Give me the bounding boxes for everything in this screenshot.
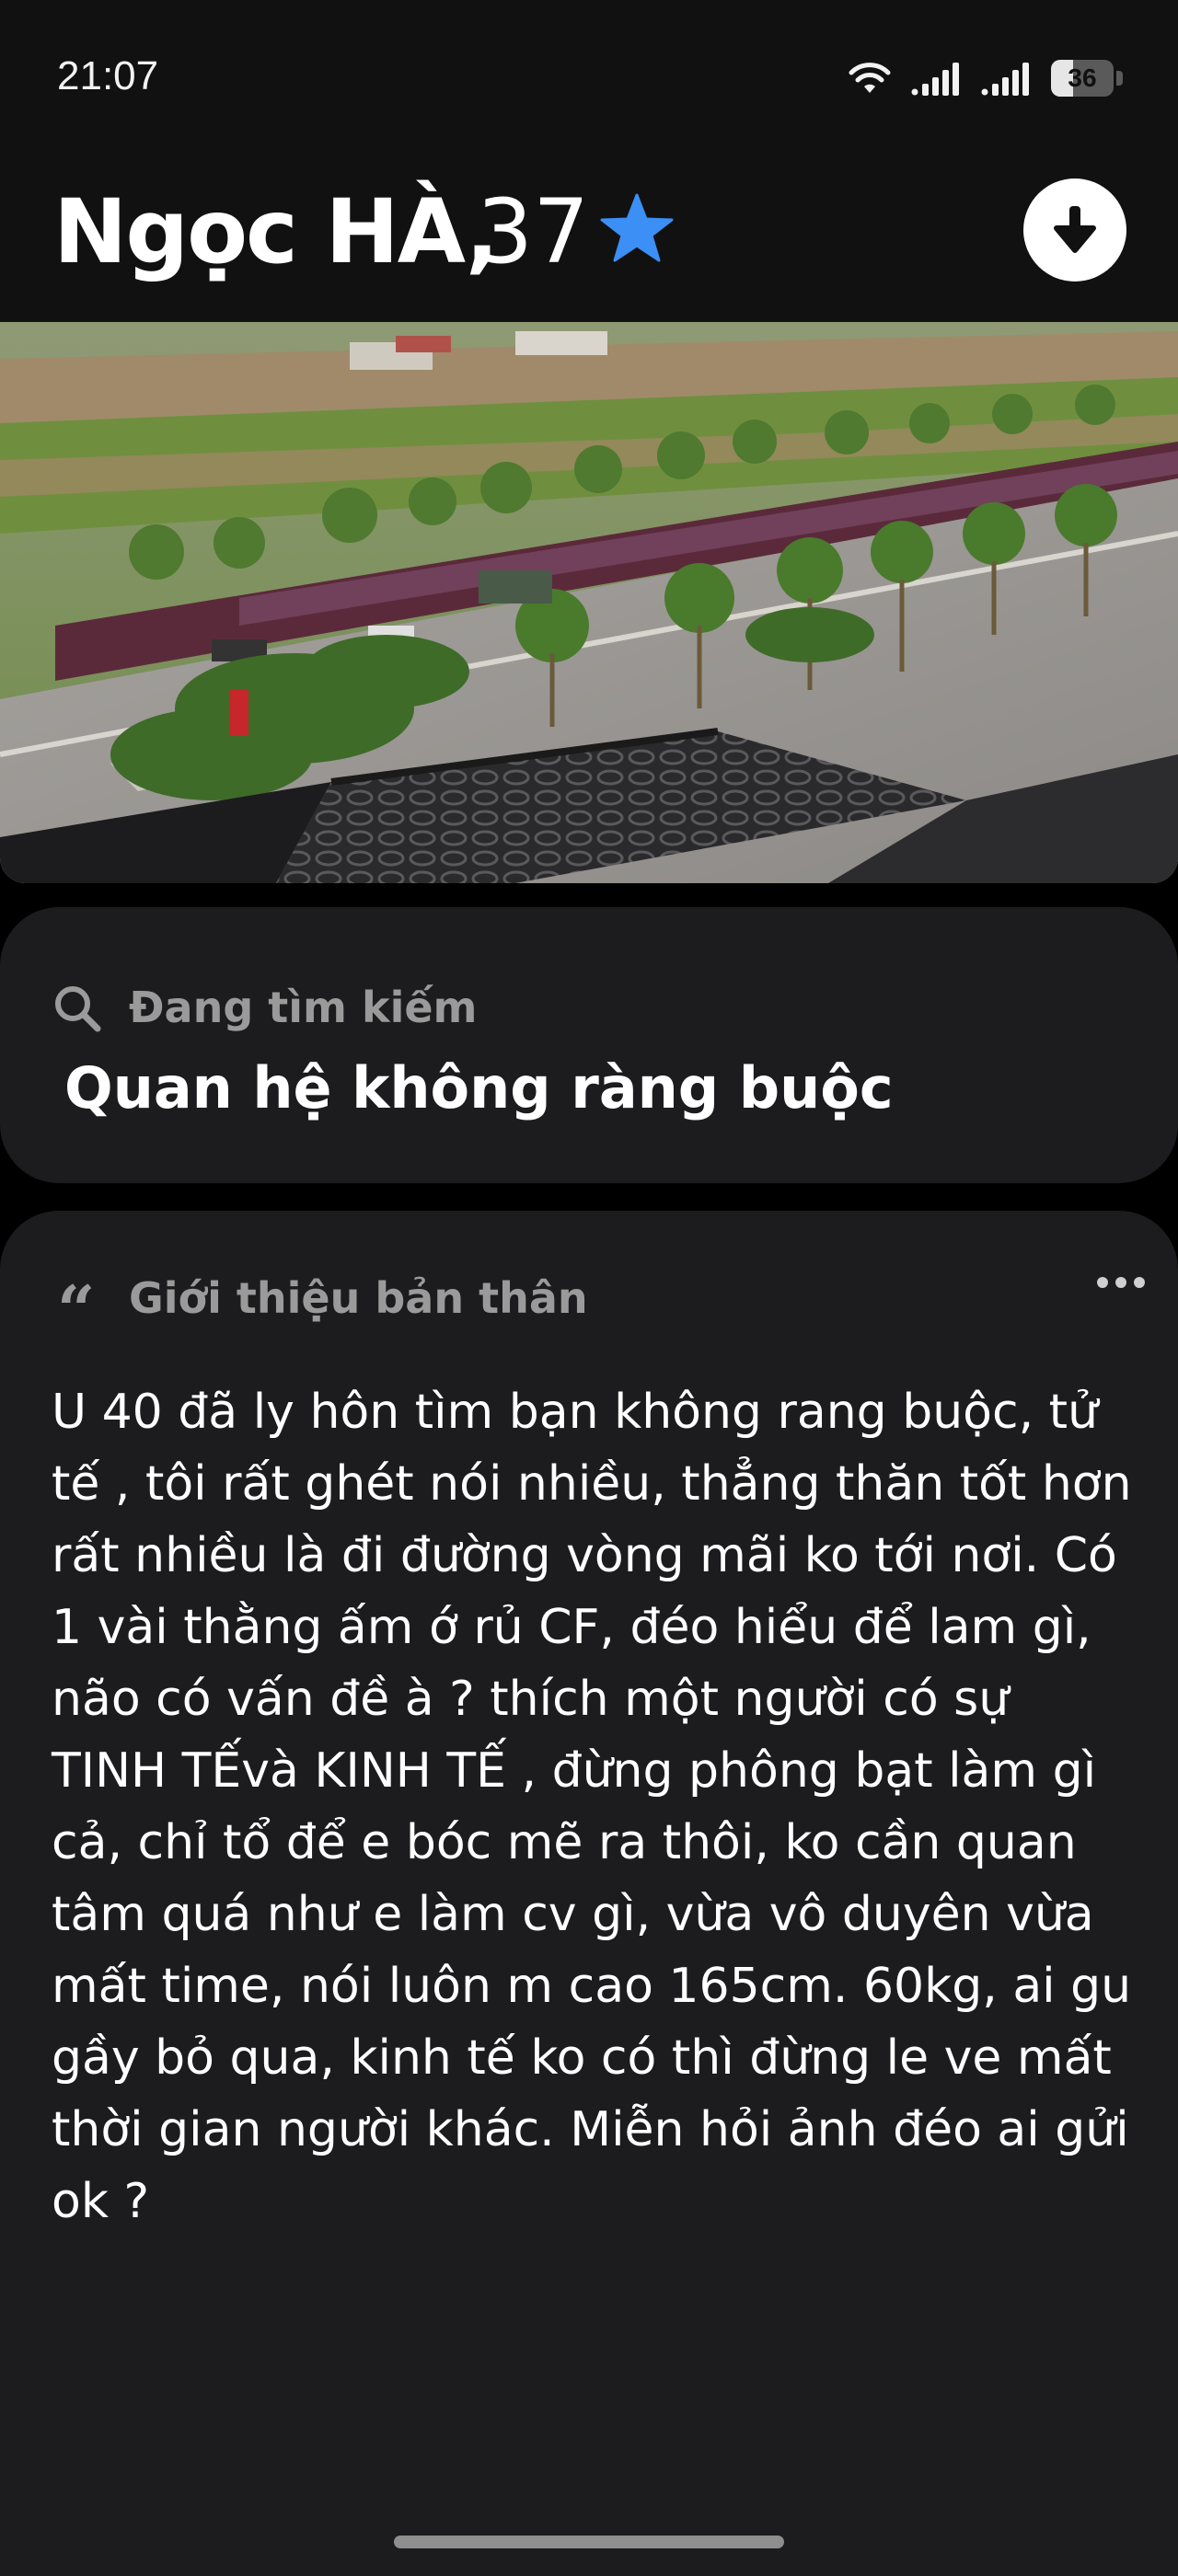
battery-level: 36	[1068, 63, 1097, 92]
status-icons: 36	[845, 57, 1123, 99]
battery-icon: 36	[1051, 60, 1123, 97]
profile-age: 37	[477, 180, 590, 283]
bio-text: U 40 đã ly hôn tìm bạn không rang buộc, …	[52, 1385, 1132, 2229]
signal-icon	[911, 63, 959, 96]
bio-card: “ Giới thiệu bản thân U 40 đã ly hôn tìm…	[0, 1211, 1178, 2576]
home-indicator[interactable]	[394, 2536, 784, 2548]
bio-label: Giới thiệu bản thân	[129, 1273, 588, 1323]
wifi-icon	[849, 63, 891, 93]
status-bar: 21:07 36	[0, 0, 1178, 156]
star-icon	[600, 193, 674, 262]
profile-name: Ngọc HÀ,	[53, 180, 499, 283]
looking-for-card: Đang tìm kiếm Quan hệ không ràng buộc	[0, 907, 1178, 1183]
download-button[interactable]	[1023, 178, 1126, 282]
profile-photo[interactable]	[0, 322, 1178, 883]
more-icon[interactable]	[1095, 1271, 1147, 1294]
download-icon	[1054, 206, 1096, 253]
looking-for-label: Đang tìm kiếm	[129, 983, 478, 1032]
signal-icon	[981, 63, 1029, 96]
quote-icon: “	[57, 1271, 96, 1349]
search-icon	[55, 986, 101, 1032]
profile-header: Ngọc HÀ, 37	[0, 156, 1178, 322]
status-time: 21:07	[57, 53, 159, 98]
looking-for-value: Quan hệ không ràng buộc	[64, 1054, 894, 1121]
